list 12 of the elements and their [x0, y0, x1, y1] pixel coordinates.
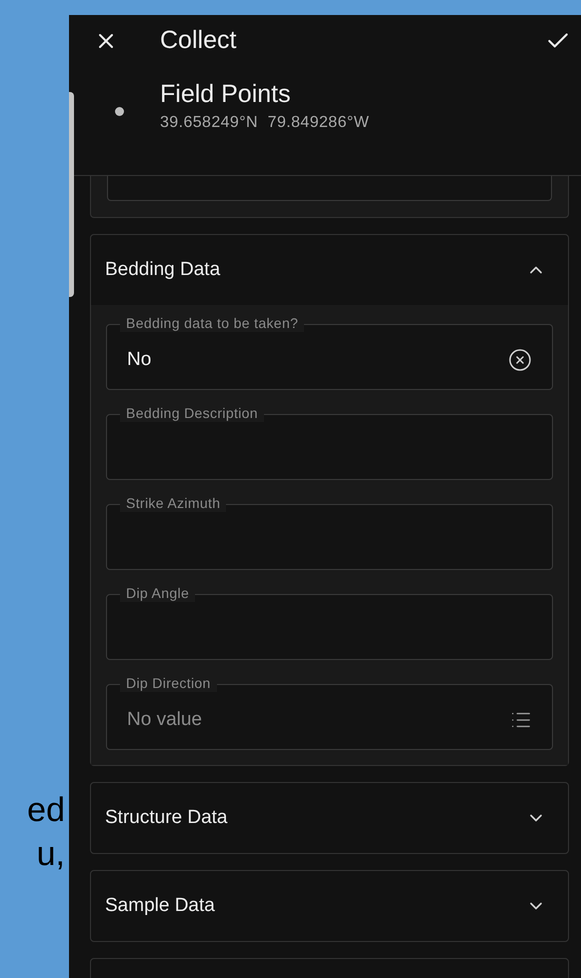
slide-text: ed — [26, 790, 65, 831]
coordinates: 39.658249°N 79.849286°W — [160, 113, 370, 133]
field-placeholder: No value — [127, 708, 202, 732]
section-header[interactable]: Bedding Data — [91, 235, 568, 305]
drag-handle[interactable] — [69, 92, 74, 297]
layer-name: Field Points — [160, 79, 292, 109]
section-header[interactable]: Structure Data — [91, 783, 568, 853]
section-header[interactable]: Sample Data — [91, 871, 568, 941]
clear-icon[interactable] — [508, 348, 532, 372]
window-title: Collect — [160, 25, 236, 56]
slide-text: u, — [36, 834, 65, 875]
field-value: No — [127, 348, 152, 372]
